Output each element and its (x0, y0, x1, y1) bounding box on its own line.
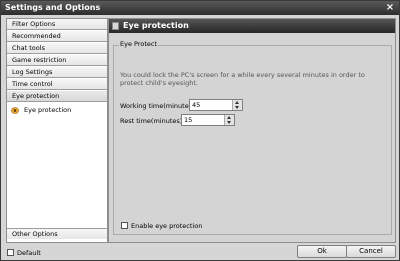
tab-game-restriction[interactable]: Game restriction (7, 55, 107, 66)
spin-down-icon[interactable] (235, 106, 239, 109)
tab-eye-protection[interactable]: Eye protection (7, 91, 107, 102)
close-icon[interactable]: × (384, 2, 396, 13)
sidebar-item-eye-protection[interactable]: Eye protection (10, 105, 105, 116)
description-text: You could lock the PC's screen for a whi… (120, 71, 365, 87)
tab-log-settings[interactable]: Log Settings (7, 67, 107, 78)
tab-time-control[interactable]: Time control (7, 79, 107, 90)
rest-time-value[interactable]: 15 (184, 116, 192, 125)
tab-chat-tools[interactable]: Chat tools (7, 43, 107, 54)
enable-eye-protection-checkbox[interactable] (121, 222, 128, 229)
rest-time-label: Rest time(minutes) (120, 117, 183, 125)
tab-filter-options[interactable]: Filter Options (7, 19, 107, 30)
tab-other-options[interactable]: Other Options (7, 228, 107, 239)
rest-time-spin-buttons[interactable] (224, 115, 234, 125)
spin-down-icon[interactable] (227, 121, 231, 124)
default-checkbox[interactable] (7, 249, 14, 256)
panel-title: Eye protection (123, 21, 189, 30)
sidebar: Filter Options Recommended Chat tools Ga… (6, 18, 108, 243)
working-time-spin-buttons[interactable] (232, 100, 242, 110)
tab-recommended[interactable]: Recommended (7, 31, 107, 42)
working-time-label: Working time(minutes) (120, 102, 195, 110)
sidebar-item-label: Eye protection (24, 106, 72, 114)
enable-eye-protection-label[interactable]: Enable eye protection (131, 222, 202, 230)
working-time-value[interactable]: 45 (192, 101, 200, 110)
rest-time-stepper[interactable]: 15 (181, 114, 235, 126)
settings-window: Settings and Options × Filter Options Re… (0, 0, 400, 261)
cancel-button[interactable]: Cancel (346, 245, 396, 258)
spin-up-icon[interactable] (235, 101, 239, 104)
default-label[interactable]: Default (17, 249, 41, 257)
panel-header: Eye protection (109, 19, 395, 33)
window-title: Settings and Options (5, 3, 101, 12)
working-time-stepper[interactable]: 45 (189, 99, 243, 111)
document-icon (112, 22, 119, 30)
eye-icon (11, 107, 19, 114)
group-label: Eye Protect (119, 40, 159, 48)
ok-button[interactable]: Ok (297, 245, 347, 258)
title-bar: Settings and Options × (1, 1, 399, 15)
spin-up-icon[interactable] (227, 116, 231, 119)
main-panel: Eye protection Eye Protect You could loc… (108, 18, 396, 243)
